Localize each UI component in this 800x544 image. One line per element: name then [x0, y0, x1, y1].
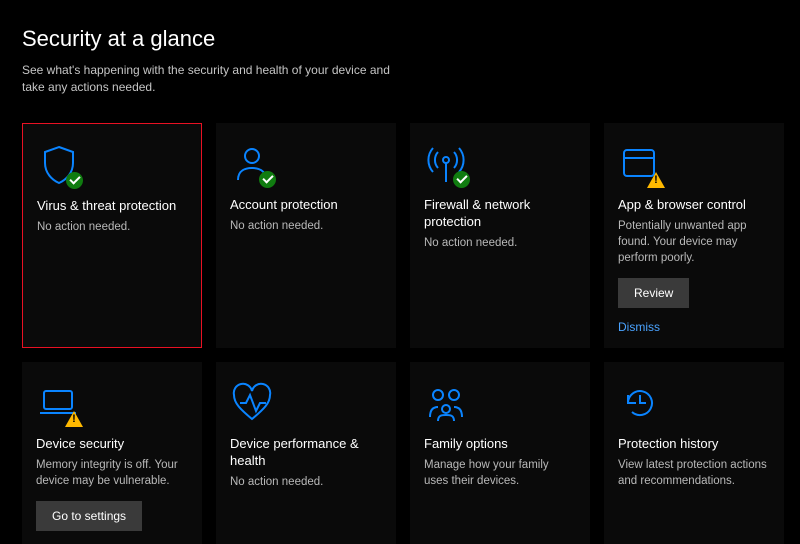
- icon-wrap: [424, 374, 576, 432]
- icon-wrap: [37, 136, 187, 194]
- icon-wrap: [230, 374, 382, 432]
- tile-title: Device performance & health: [230, 436, 382, 470]
- shield-icon: [37, 143, 81, 187]
- status-ok-icon: [66, 172, 83, 189]
- tile-desc: Potentially unwanted app found. Your dev…: [618, 218, 770, 266]
- tile-desc: No action needed.: [424, 235, 576, 251]
- family-icon: [424, 381, 468, 425]
- icon-wrap: [36, 374, 188, 432]
- dismiss-link[interactable]: Dismiss: [618, 320, 770, 334]
- tiles-grid: Virus & threat protection No action need…: [22, 123, 780, 544]
- tile-title: Account protection: [230, 197, 382, 214]
- app-window-icon: [618, 142, 662, 186]
- status-ok-icon: [259, 171, 276, 188]
- tile-device-security[interactable]: Device security Memory integrity is off.…: [22, 362, 202, 544]
- tile-protection-history[interactable]: Protection history View latest protectio…: [604, 362, 784, 544]
- status-warning-icon: [646, 170, 666, 190]
- page-title: Security at a glance: [22, 26, 780, 52]
- status-ok-icon: [453, 171, 470, 188]
- icon-wrap: [424, 135, 576, 193]
- tile-firewall-network[interactable]: Firewall & network protection No action …: [410, 123, 590, 348]
- tile-title: Virus & threat protection: [37, 198, 187, 215]
- page-subtitle: See what's happening with the security a…: [22, 62, 402, 97]
- tile-desc: Manage how your family uses their device…: [424, 457, 576, 489]
- account-icon: [230, 142, 274, 186]
- tile-title: Protection history: [618, 436, 770, 453]
- tile-desc: No action needed.: [37, 219, 187, 235]
- review-button[interactable]: Review: [618, 278, 689, 308]
- tile-family-options[interactable]: Family options Manage how your family us…: [410, 362, 590, 544]
- heart-pulse-icon: [230, 381, 274, 425]
- tile-desc: Memory integrity is off. Your device may…: [36, 457, 188, 489]
- tile-desc: No action needed.: [230, 474, 382, 490]
- tile-desc: View latest protection actions and recom…: [618, 457, 770, 489]
- tile-title: Firewall & network protection: [424, 197, 576, 231]
- laptop-icon: [36, 381, 80, 425]
- icon-wrap: [618, 135, 770, 193]
- tile-desc: No action needed.: [230, 218, 382, 234]
- go-to-settings-button[interactable]: Go to settings: [36, 501, 142, 531]
- icon-wrap: [618, 374, 770, 432]
- tile-account-protection[interactable]: Account protection No action needed.: [216, 123, 396, 348]
- tile-title: Device security: [36, 436, 188, 453]
- tile-app-browser[interactable]: App & browser control Potentially unwant…: [604, 123, 784, 348]
- antenna-icon: [424, 142, 468, 186]
- tile-virus-threat[interactable]: Virus & threat protection No action need…: [22, 123, 202, 348]
- status-warning-icon: [64, 409, 84, 429]
- tile-device-performance[interactable]: Device performance & health No action ne…: [216, 362, 396, 544]
- tile-title: App & browser control: [618, 197, 770, 214]
- tile-title: Family options: [424, 436, 576, 453]
- icon-wrap: [230, 135, 382, 193]
- history-icon: [618, 381, 662, 425]
